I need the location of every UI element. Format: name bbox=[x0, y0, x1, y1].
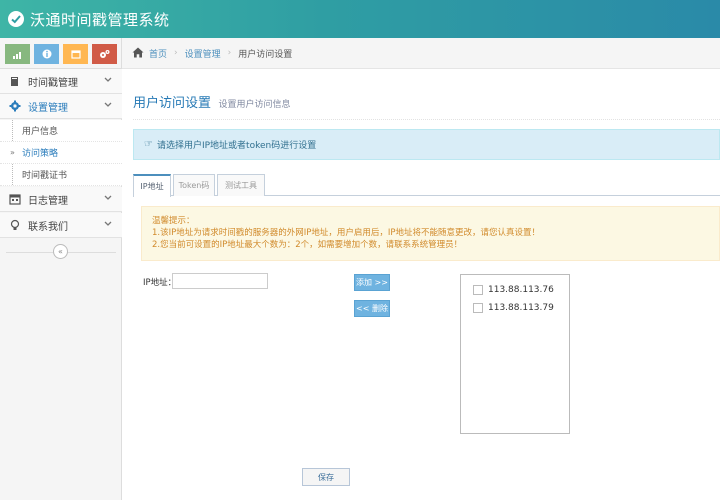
brand-logo-icon bbox=[8, 11, 24, 27]
sidebar: 时间戳管理 设置管理 用户信息 » 访问策略 时间戳证书 日志管理 联系我们 « bbox=[0, 38, 122, 500]
chevron-down-icon bbox=[104, 220, 114, 230]
top-header: 沃通时间戳管理系统 bbox=[0, 0, 720, 38]
sidebar-subitem-access-policy[interactable]: » 访问策略 bbox=[0, 142, 122, 164]
breadcrumb-home-link[interactable]: 首页 bbox=[149, 47, 167, 60]
sidebar-item-label: 时间戳管理 bbox=[28, 77, 78, 89]
sidebar-item-label: 设置管理 bbox=[28, 102, 68, 114]
home-icon bbox=[132, 47, 144, 59]
sidebar-subitem-timestamp-cert[interactable]: 时间戳证书 bbox=[0, 164, 122, 186]
ip-checkbox[interactable] bbox=[473, 285, 483, 295]
ip-address-input[interactable] bbox=[172, 273, 268, 289]
info-icon[interactable] bbox=[34, 44, 59, 64]
warning-title: 温馨提示： bbox=[152, 216, 195, 226]
list-item[interactable]: 113.88.113.76 bbox=[461, 281, 569, 299]
cogs-icon[interactable] bbox=[92, 44, 117, 64]
tree-line bbox=[12, 164, 13, 185]
info-alert: ☞ 请选择用户IP地址或者token码进行设置 bbox=[133, 129, 720, 160]
gear-icon bbox=[8, 99, 22, 113]
brand[interactable]: 沃通时间戳管理系统 bbox=[8, 8, 170, 30]
sidebar-item-timestamp[interactable]: 时间戳管理 bbox=[0, 69, 122, 94]
sidebar-subitem-label: 时间戳证书 bbox=[22, 171, 68, 181]
warning-alert: 温馨提示： 1.该IP地址为请求时间戳的服务器的外网IP地址，用户启用后，IP地… bbox=[141, 206, 720, 261]
warning-line-1: 1.该IP地址为请求时间戳的服务器的外网IP地址，用户启用后，IP地址将不能随意… bbox=[152, 228, 541, 238]
sidebar-item-label: 联系我们 bbox=[28, 221, 68, 233]
sidebar-item-label: 日志管理 bbox=[28, 195, 68, 207]
sidebar-subitem-label: 访问策略 bbox=[22, 149, 59, 159]
lightbulb-icon bbox=[8, 218, 22, 232]
shortcut-buttons bbox=[5, 44, 117, 64]
tree-line bbox=[12, 120, 13, 141]
hand-pointer-icon: ☞ bbox=[144, 139, 153, 150]
tab-ip-address[interactable]: IP地址 bbox=[133, 174, 171, 197]
ip-checkbox[interactable] bbox=[473, 303, 483, 313]
sidebar-subitem-user-info[interactable]: 用户信息 bbox=[0, 120, 122, 142]
ip-address-list: 113.88.113.76 113.88.113.79 bbox=[460, 274, 570, 434]
signal-icon[interactable] bbox=[5, 44, 30, 64]
page-subtitle: 设置用户访问信息 bbox=[218, 100, 291, 110]
ip-address-value: 113.88.113.76 bbox=[488, 285, 554, 295]
chevron-down-icon bbox=[104, 76, 114, 86]
book-icon bbox=[8, 74, 22, 88]
breadcrumb-current: 用户访问设置 bbox=[238, 49, 293, 60]
warning-line-2: 2.您当前可设置的IP地址最大个数为：2个，如需要增加个数，请联系系统管理员！ bbox=[152, 240, 463, 250]
chevron-down-icon bbox=[104, 194, 114, 204]
page-header: 用户访问设置 设置用户访问信息 bbox=[133, 92, 720, 120]
app-title: 沃通时间戳管理系统 bbox=[30, 10, 170, 29]
save-button[interactable]: 保存 bbox=[302, 468, 350, 486]
tab-test-tools[interactable]: 测试工具 bbox=[217, 174, 265, 196]
sidebar-item-logs[interactable]: 日志管理 bbox=[0, 187, 122, 212]
list-item[interactable]: 113.88.113.79 bbox=[461, 299, 569, 317]
calendar-icon bbox=[8, 192, 22, 206]
sidebar-item-contact[interactable]: 联系我们 bbox=[0, 213, 122, 238]
breadcrumb-separator: › bbox=[174, 48, 178, 58]
ip-address-value: 113.88.113.79 bbox=[488, 303, 554, 313]
breadcrumb-section-link[interactable]: 设置管理 bbox=[185, 47, 221, 60]
collapse-sidebar-icon[interactable]: « bbox=[53, 244, 68, 259]
sidebar-subitem-label: 用户信息 bbox=[22, 127, 59, 137]
sidebar-collapse: « bbox=[0, 244, 122, 260]
add-ip-button[interactable]: 添加 >> bbox=[354, 274, 390, 291]
double-chevron-right-icon: » bbox=[10, 148, 15, 157]
breadcrumb: 首页 › 设置管理 › 用户访问设置 bbox=[122, 38, 720, 69]
tab-bar: IP地址 Token码 测试工具 bbox=[133, 174, 720, 197]
info-alert-text: 请选择用户IP地址或者token码进行设置 bbox=[156, 141, 317, 151]
breadcrumb-separator: › bbox=[227, 48, 232, 58]
chevron-down-icon bbox=[104, 101, 114, 111]
sidebar-item-settings[interactable]: 设置管理 bbox=[0, 94, 122, 119]
main-content: 首页 › 设置管理 › 用户访问设置 用户访问设置 设置用户访问信息 ☞ 请选择… bbox=[122, 38, 720, 500]
remove-ip-button[interactable]: << 删除 bbox=[354, 300, 390, 317]
page-title: 用户访问设置 bbox=[133, 96, 212, 111]
tab-token[interactable]: Token码 bbox=[173, 174, 215, 196]
calendar-icon[interactable] bbox=[63, 44, 88, 64]
